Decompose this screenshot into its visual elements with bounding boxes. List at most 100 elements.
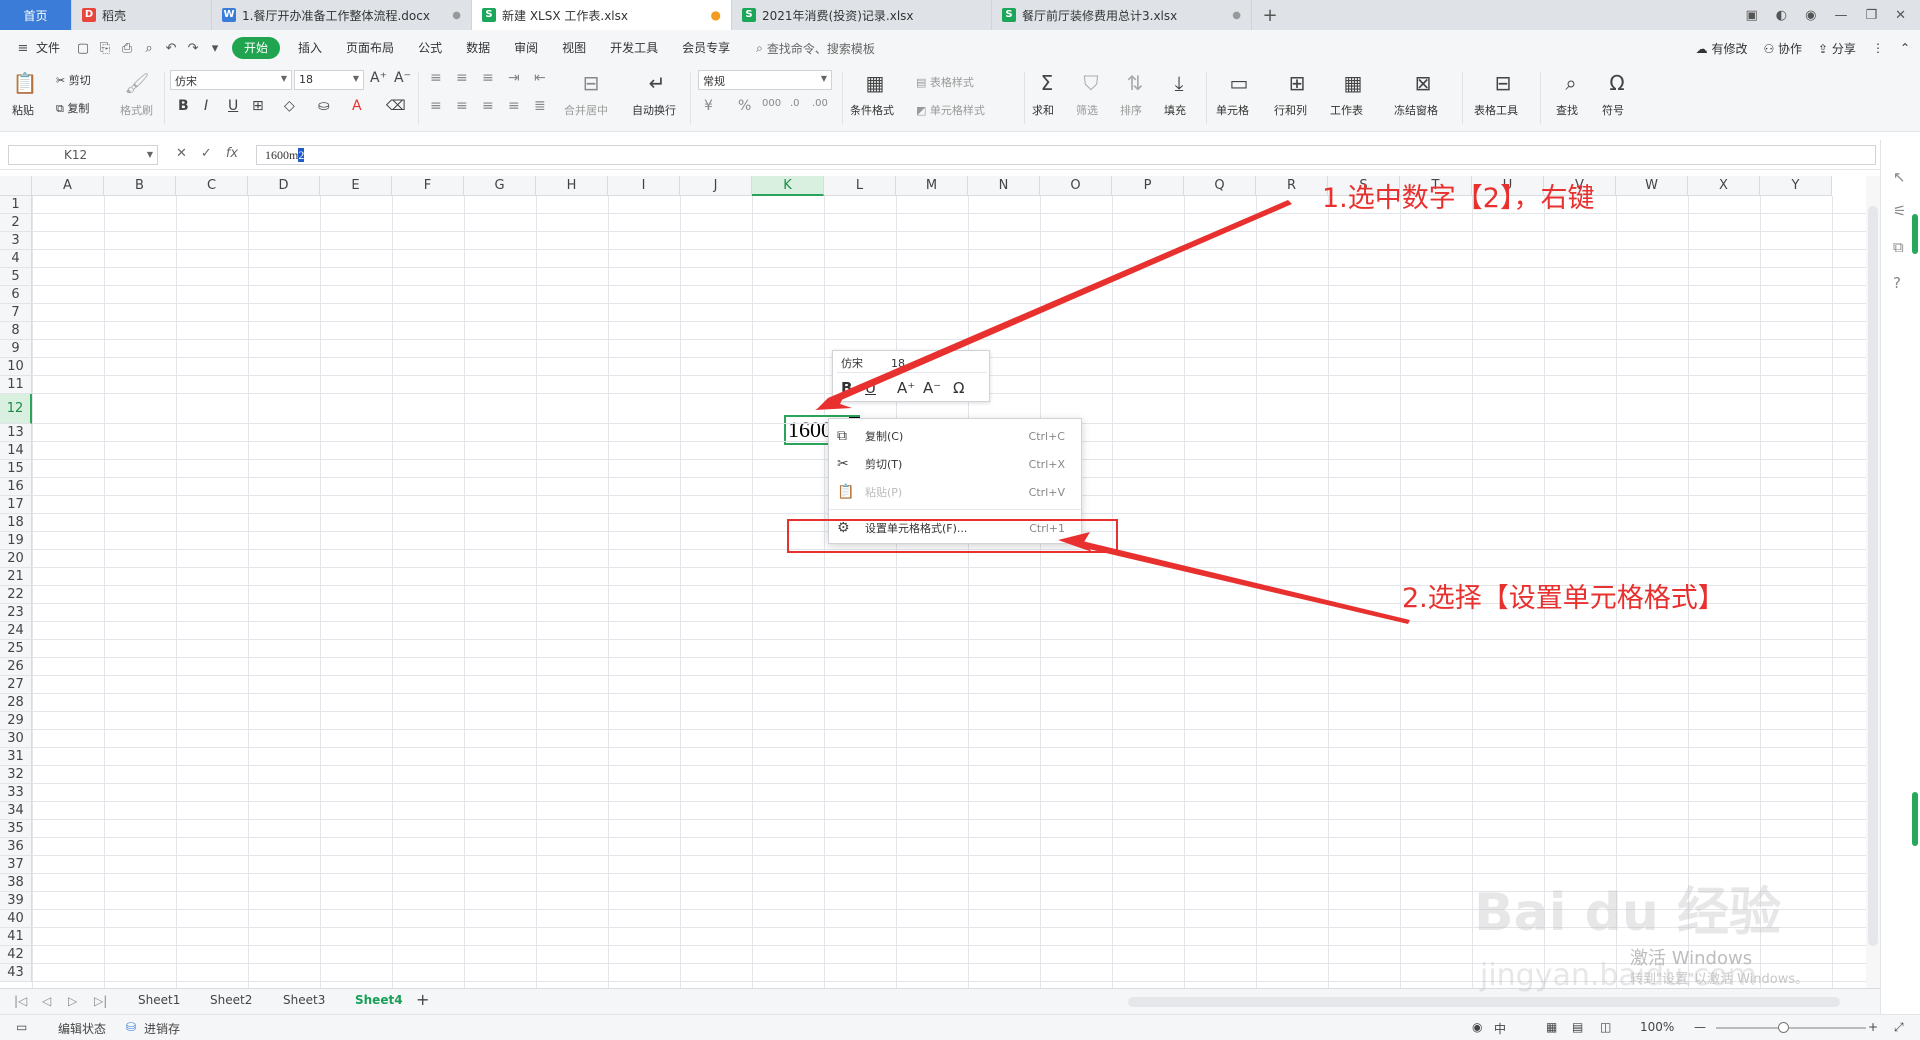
eye-protect-icon[interactable]: ◉ (1472, 1020, 1482, 1034)
column-header-j[interactable]: J (680, 176, 752, 196)
align-top-icon[interactable]: ≡ (430, 70, 442, 86)
save-icon[interactable]: ▢ (72, 37, 94, 59)
format-painter-label[interactable]: 格式刷 (120, 102, 153, 118)
tab-xlsx-decoration[interactable]: S 餐厅前厅装修费用总计3.xlsx ● (992, 0, 1252, 30)
sum-icon[interactable]: Σ (1034, 70, 1060, 96)
menu-item-copy[interactable]: ⧉ 复制(C) Ctrl+C (829, 423, 1081, 449)
page-layout-icon[interactable]: ▤ (1572, 1020, 1583, 1034)
print-icon[interactable]: ⎙ (116, 37, 138, 59)
horizontal-scroll-thumb[interactable] (1128, 997, 1840, 1007)
filter-label[interactable]: 筛选 (1076, 102, 1098, 118)
copy-button[interactable]: ⧉ 复制 (56, 100, 89, 116)
align-middle-icon[interactable]: ≡ (456, 70, 468, 86)
paste-icon[interactable]: 📋 (12, 70, 38, 96)
cond-format-label[interactable]: 条件格式 (850, 102, 894, 118)
menu-member[interactable]: 会员专享 (670, 30, 742, 66)
row-header-5[interactable]: 5 (0, 268, 32, 286)
first-sheet-icon[interactable]: |◁ (14, 994, 27, 1008)
row-header-37[interactable]: 37 (0, 856, 32, 874)
tab-home[interactable]: 首页 (0, 0, 72, 30)
fx-icon[interactable]: fx (226, 146, 238, 161)
row-header-33[interactable]: 33 (0, 784, 32, 802)
worksheet-icon[interactable]: ▦ (1340, 70, 1366, 96)
confirm-icon[interactable]: ✓ (201, 146, 212, 161)
table-style-button[interactable]: ▤ 表格样式 (916, 74, 974, 90)
row-header-3[interactable]: 3 (0, 232, 32, 250)
increase-font-icon[interactable]: A⁺ (370, 70, 387, 86)
find-icon[interactable]: ⌕ (1558, 70, 1584, 96)
zoom-in-icon[interactable]: + (1868, 1020, 1878, 1034)
column-header-i[interactable]: I (608, 176, 680, 196)
fullscreen-icon[interactable]: ⤢ (1894, 1020, 1904, 1035)
underline-icon[interactable]: U (228, 98, 238, 114)
collaborate-button[interactable]: ⚇ 协作 (1763, 40, 1802, 57)
zoom-slider[interactable] (1716, 1027, 1866, 1029)
column-header-o[interactable]: O (1040, 176, 1112, 196)
column-header-b[interactable]: B (104, 176, 176, 196)
normal-view-icon[interactable]: ▦ (1546, 1020, 1557, 1034)
panel-green-scroll[interactable] (1912, 792, 1918, 846)
more-icon[interactable]: ⋮ (1872, 41, 1884, 55)
fill-label[interactable]: 填充 (1164, 102, 1186, 118)
crop-icon[interactable]: ⧉ (1893, 238, 1904, 256)
column-header-h[interactable]: H (536, 176, 608, 196)
justify-icon[interactable]: ≡ (508, 98, 520, 114)
column-header-p[interactable]: P (1112, 176, 1184, 196)
menu-home[interactable]: 开始 (232, 37, 281, 59)
row-header-7[interactable]: 7 (0, 304, 32, 322)
filter-icon[interactable]: ⛉ (1078, 70, 1104, 96)
align-left-icon[interactable]: ≡ (430, 98, 442, 114)
column-header-k[interactable]: K (752, 176, 824, 196)
close-icon[interactable]: ● (1232, 10, 1241, 21)
mini-grow-font-button[interactable]: A⁺ (897, 379, 915, 397)
vertical-scroll-thumb[interactable] (1868, 206, 1878, 946)
cancel-icon[interactable]: ✕ (176, 146, 187, 161)
row-header-42[interactable]: 42 (0, 946, 32, 964)
row-header-6[interactable]: 6 (0, 286, 32, 304)
customize-icon[interactable]: ▾ (204, 37, 226, 59)
column-header-f[interactable]: F (392, 176, 464, 196)
menu-item-paste[interactable]: 📋 粘贴(P) Ctrl+V (829, 479, 1081, 505)
sort-label[interactable]: 排序 (1120, 102, 1142, 118)
mini-bold-button[interactable]: B (841, 379, 852, 397)
next-sheet-icon[interactable]: ▷ (68, 994, 77, 1008)
undo-icon[interactable]: ↶ (160, 37, 182, 59)
mini-underline-button[interactable]: U (865, 379, 876, 397)
wrap-text-icon[interactable]: ↵ (644, 70, 670, 96)
status-monitor-icon[interactable]: ▭ (16, 1020, 27, 1034)
font-size-select[interactable]: 18 ▼ (294, 70, 364, 90)
help-icon[interactable]: ? (1893, 274, 1901, 292)
sheet-tab-4[interactable]: Sheet4 (355, 993, 403, 1007)
distribute-icon[interactable]: ≣ (534, 98, 546, 114)
pointer-icon[interactable]: ↖ (1893, 168, 1906, 186)
row-header-43[interactable]: 43 (0, 964, 32, 982)
column-header-w[interactable]: W (1616, 176, 1688, 196)
close-window-icon[interactable]: ✕ (1895, 8, 1906, 23)
zoom-level[interactable]: 100% (1640, 1020, 1674, 1034)
print-preview-icon[interactable]: ⌕ (138, 37, 160, 59)
row-header-25[interactable]: 25 (0, 640, 32, 658)
column-header-y[interactable]: Y (1760, 176, 1832, 196)
menu-data[interactable]: 数据 (454, 30, 502, 66)
last-sheet-icon[interactable]: ▷| (94, 994, 107, 1008)
paste-label[interactable]: 粘贴 (12, 102, 34, 118)
row-header-15[interactable]: 15 (0, 460, 32, 478)
menu-file[interactable]: 文件 (34, 30, 72, 66)
row-header-29[interactable]: 29 (0, 712, 32, 730)
number-format-select[interactable]: 常规 ▼ (698, 70, 832, 90)
mini-font-select[interactable]: 仿宋 18 (837, 355, 987, 373)
redo-icon[interactable]: ↷ (182, 37, 204, 59)
column-header-n[interactable]: N (968, 176, 1040, 196)
collapse-ribbon-icon[interactable]: ⌃ (1900, 41, 1910, 55)
row-header-31[interactable]: 31 (0, 748, 32, 766)
column-header-g[interactable]: G (464, 176, 536, 196)
page-break-icon[interactable]: ◫ (1600, 1020, 1611, 1034)
rowcol-label[interactable]: 行和列 (1274, 102, 1307, 118)
adjust-icon[interactable]: ⚟ (1893, 202, 1906, 220)
row-header-35[interactable]: 35 (0, 820, 32, 838)
row-header-8[interactable]: 8 (0, 322, 32, 340)
sheet-tab-1[interactable]: Sheet1 (138, 993, 180, 1007)
row-header-40[interactable]: 40 (0, 910, 32, 928)
menu-view[interactable]: 视图 (550, 30, 598, 66)
tab-xlsx-consumption[interactable]: S 2021年消费(投资)记录.xlsx (732, 0, 992, 30)
